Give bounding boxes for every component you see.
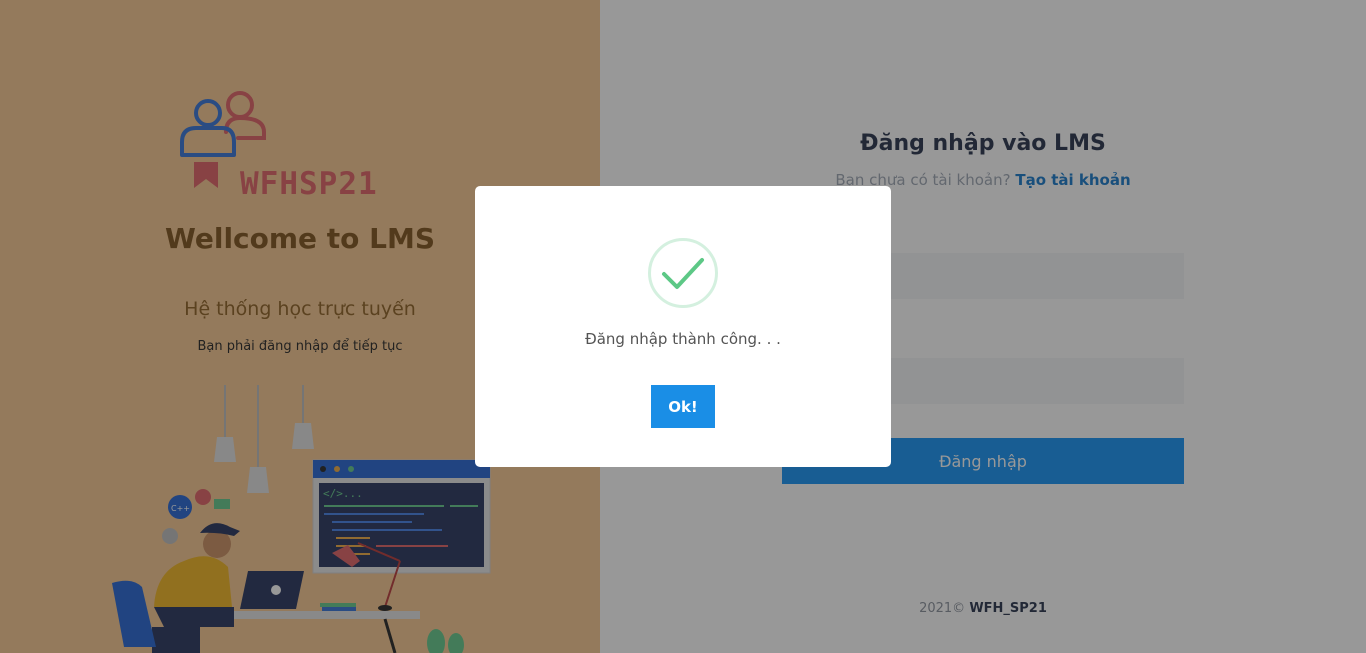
- success-dialog: Đăng nhập thành công. . . Ok!: [475, 186, 891, 467]
- success-message: Đăng nhập thành công. . .: [585, 330, 781, 348]
- ok-button[interactable]: Ok!: [651, 385, 715, 428]
- success-check-icon: [648, 238, 718, 308]
